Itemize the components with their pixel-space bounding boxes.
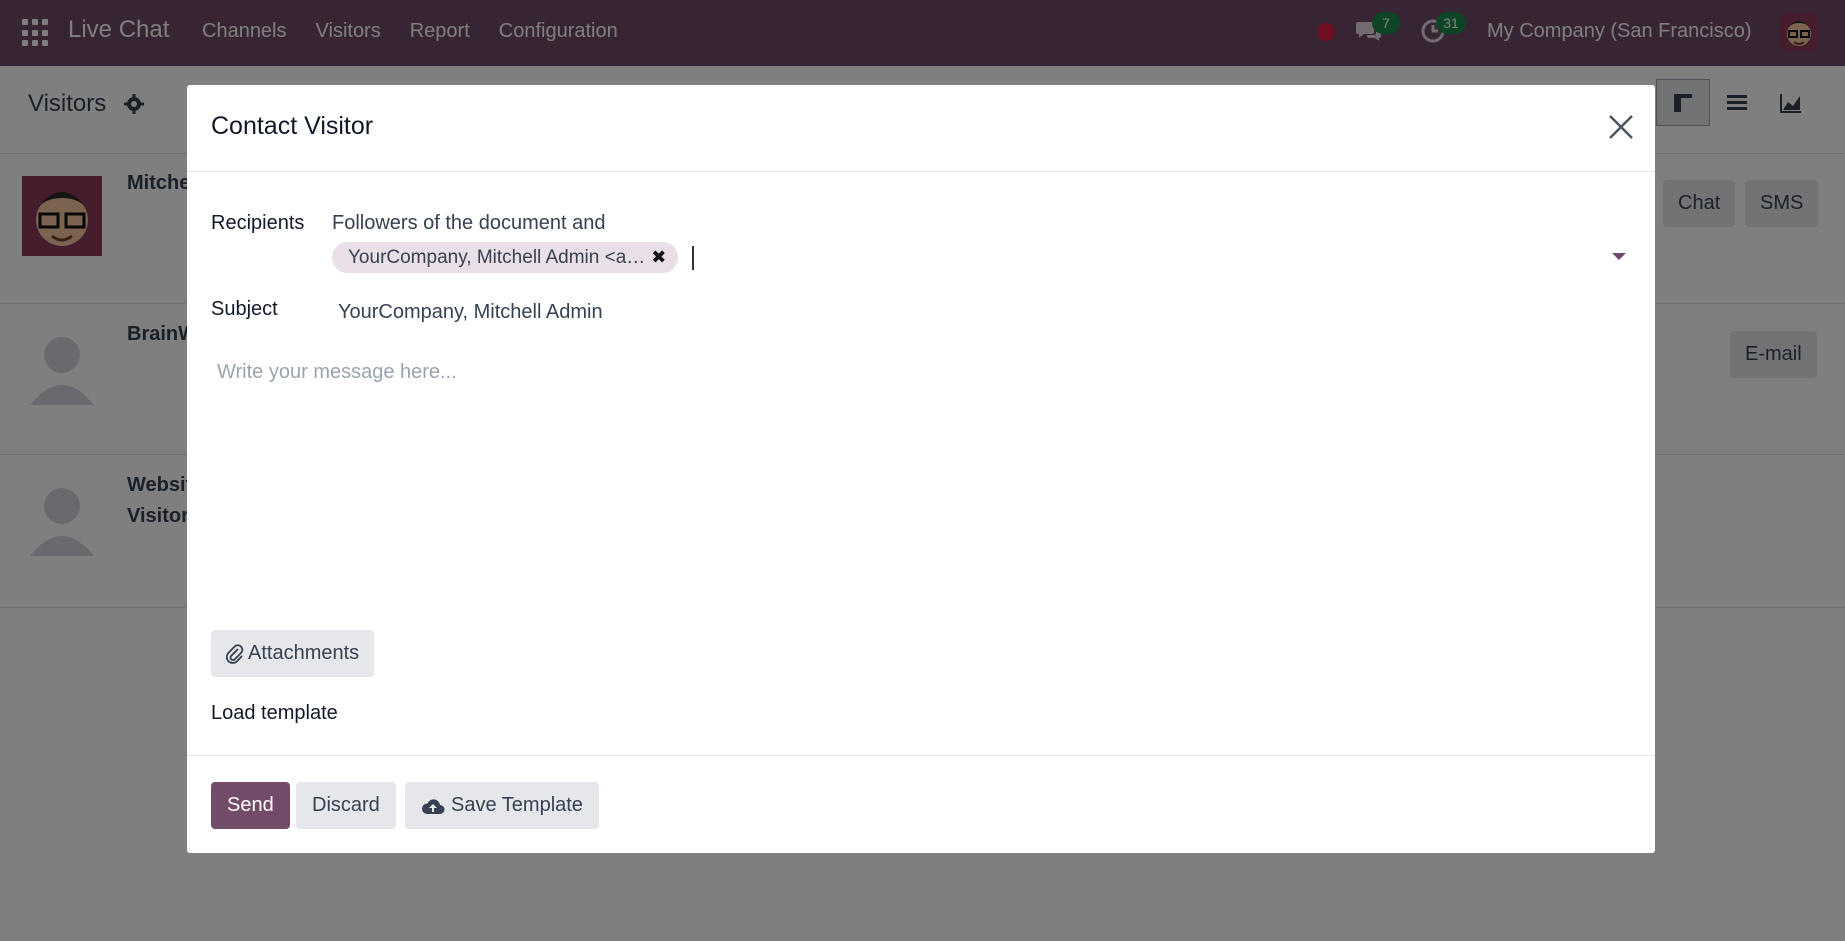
followers-text: Followers of the document and <box>332 212 606 234</box>
close-icon[interactable] <box>1607 113 1635 141</box>
dropdown-caret-icon[interactable] <box>1612 253 1626 260</box>
message-body-editor[interactable]: Write your message here... <box>217 361 1627 611</box>
subject-input[interactable]: YourCompany, Mitchell Admin <box>338 301 603 324</box>
load-template-label: Load template <box>211 702 338 724</box>
recipients-label: Recipients <box>211 212 305 234</box>
recipients-input[interactable] <box>692 246 694 270</box>
modal-title: Contact Visitor <box>211 112 374 140</box>
send-button[interactable]: Send <box>211 782 290 829</box>
save-template-button[interactable]: Save Template <box>405 782 599 829</box>
recipient-tag-label: YourCompany, Mitchell Admin <a… <box>348 246 646 268</box>
discard-button[interactable]: Discard <box>296 782 396 829</box>
recipient-tag[interactable]: YourCompany, Mitchell Admin <a… ✖ <box>332 242 679 273</box>
attachments-button[interactable]: Attachments <box>211 630 375 677</box>
remove-tag-icon[interactable]: ✖ <box>651 247 666 268</box>
modal-header: Contact Visitor <box>187 85 1655 172</box>
contact-visitor-dialog: Contact Visitor Recipients Followers of … <box>187 85 1655 853</box>
cloud-upload-icon <box>421 798 445 814</box>
subject-label: Subject <box>211 298 278 320</box>
save-template-label: Save Template <box>451 794 583 816</box>
modal-footer-divider <box>187 755 1655 756</box>
attachments-label: Attachments <box>248 642 360 664</box>
paperclip-icon <box>226 643 244 664</box>
